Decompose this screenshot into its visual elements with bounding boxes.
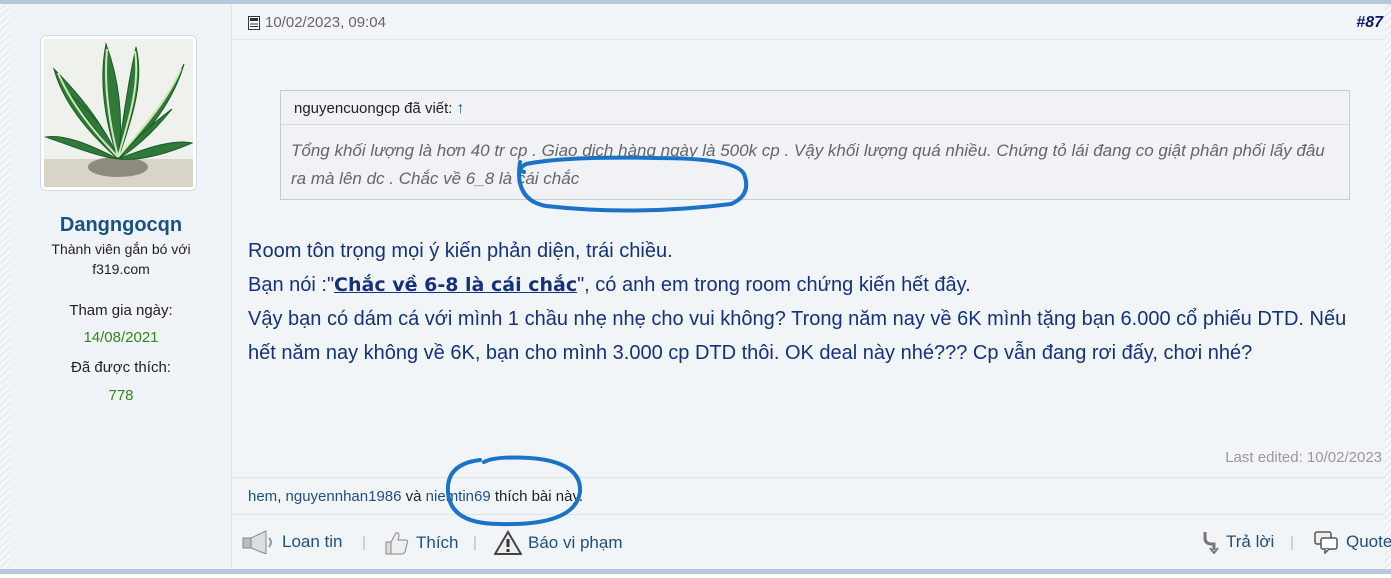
liker-link[interactable]: nguyennhan1986	[286, 488, 402, 505]
post-permalink[interactable]: #87	[1356, 14, 1383, 32]
document-icon	[248, 16, 260, 30]
post-actions: Loan tin | Thích | Báo vi phạm Trả lời |…	[232, 520, 1391, 565]
user-title: Thành viên gắn bó với f319.com	[51, 241, 191, 277]
report-button[interactable]: Báo vi phạm	[494, 530, 623, 556]
left-page-pattern	[0, 4, 10, 569]
quote-block: nguyencuongcp đã viết: ↑ Tổng khối lượng …	[280, 90, 1350, 200]
reply-arrow-icon	[1203, 532, 1219, 554]
quote-button[interactable]: Quote	[1314, 530, 1391, 554]
quoted-claim-link[interactable]: Chắc về 6-8 là cái chắc	[334, 274, 577, 296]
joined-value: 14/08/2021	[83, 329, 159, 346]
share-button[interactable]: Loan tin	[240, 530, 343, 554]
message-line-3: Vậy bạn có dám cá với mình 1 chầu nhẹ nh…	[248, 308, 1347, 364]
message-text: Bạn nói :"	[248, 274, 335, 296]
megaphone-icon	[242, 530, 272, 554]
thumbs-up-icon	[385, 532, 409, 555]
reply-label: Trả lời	[1226, 532, 1275, 551]
action-separator: |	[473, 534, 477, 551]
like-label: Thích	[416, 533, 459, 552]
post-message: Room tôn trọng mọi ý kiến phản diện, trá…	[248, 234, 1358, 370]
liker-link[interactable]: niemtin69	[426, 488, 491, 505]
post-date: 10/02/2023, 09:04	[265, 14, 386, 31]
likes-summary: hem, nguyennhan1986 và niemtin69 thích b…	[232, 477, 1385, 515]
bottom-divider	[0, 569, 1391, 574]
report-label: Báo vi phạm	[528, 533, 623, 552]
action-separator: |	[1290, 534, 1294, 551]
joined-label: Tham gia ngày:	[69, 302, 173, 319]
speech-bubbles-icon	[1314, 531, 1338, 554]
right-page-pattern	[1385, 4, 1391, 569]
post-header: 10/02/2023, 09:04 #87	[232, 4, 1385, 40]
message-line-1: Room tôn trọng mọi ý kiến phản diện, trá…	[248, 240, 673, 262]
quote-source-arrow-icon[interactable]: ↑	[456, 100, 464, 117]
post-container: 10/02/2023, 09:04 #87 nguyencuongcp đã v…	[232, 4, 1391, 569]
share-label: Loan tin	[282, 532, 343, 551]
reply-button[interactable]: Trả lời	[1202, 530, 1274, 554]
quote-author: nguyencuongcp đã viết:	[294, 100, 453, 117]
action-separator: |	[362, 534, 366, 551]
username[interactable]: Dangngocqn	[10, 214, 232, 237]
likes-separator: ,	[277, 488, 286, 505]
likes-suffix: thích bài này.	[490, 488, 583, 505]
message-line-2: Bạn nói :"Chắc về 6-8 là cái chắc", có a…	[248, 268, 1358, 302]
user-sidebar: Dangngocqn Thành viên gắn bó với f319.co…	[10, 4, 232, 569]
quote-label: Quote	[1346, 532, 1391, 551]
last-edited: Last edited: 10/02/2023	[1225, 449, 1382, 466]
avatar-plant-image	[44, 39, 193, 187]
warning-icon	[494, 530, 522, 555]
like-button[interactable]: Thích	[384, 530, 459, 556]
message-text: ", có anh em trong room chứng kiến hết đ…	[577, 274, 971, 296]
quote-text: Tổng khối lượng là hơn 40 tr cp . Giao d…	[291, 141, 1325, 188]
likes-separator: và	[401, 488, 426, 505]
liked-label: Đã được thích:	[71, 359, 171, 376]
liked-value: 778	[108, 387, 134, 404]
liker-link[interactable]: hem	[248, 488, 277, 505]
quote-header: nguyencuongcp đã viết: ↑	[281, 91, 1349, 125]
avatar[interactable]	[40, 35, 197, 191]
